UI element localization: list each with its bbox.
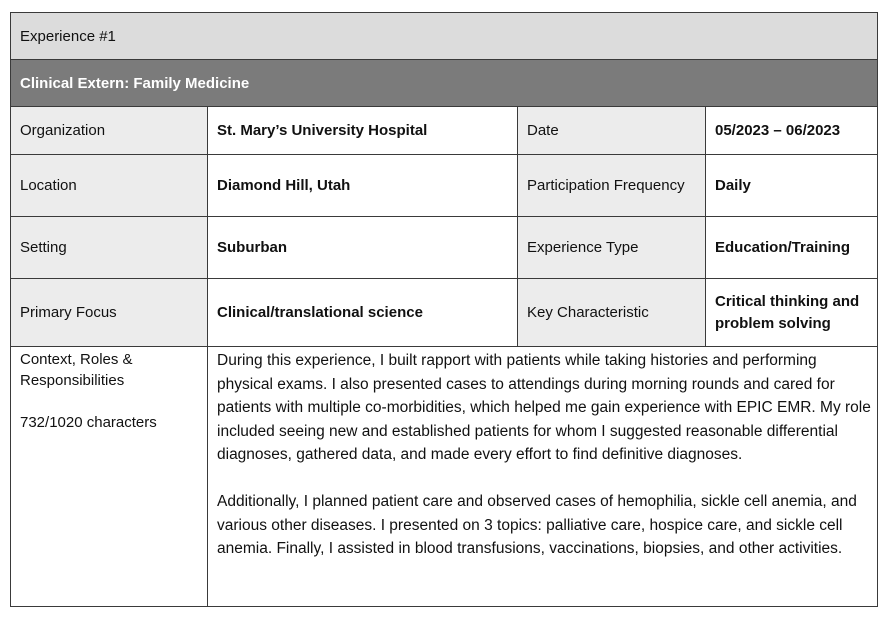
table-row: Organization St. Mary’s University Hospi… — [11, 106, 877, 154]
setting-label: Setting — [11, 217, 207, 278]
context-label-cell: Context, Roles & Responsibilities 732/10… — [11, 347, 207, 606]
context-paragraph: During this experience, I built rapport … — [217, 352, 871, 463]
key-characteristic-value: Critical thinking and problem solving — [705, 279, 877, 346]
location-value: Diamond Hill, Utah — [207, 155, 517, 216]
context-row: Context, Roles & Responsibilities 732/10… — [11, 346, 877, 606]
organization-value: St. Mary’s University Hospital — [207, 107, 517, 154]
table-row: Setting Suburban Experience Type Educati… — [11, 216, 877, 278]
table-row: Location Diamond Hill, Utah Participatio… — [11, 154, 877, 216]
experience-type-label: Experience Type — [517, 217, 705, 278]
context-description: During this experience, I built rapport … — [207, 347, 877, 606]
experience-table: Experience #1 Clinical Extern: Family Me… — [10, 12, 878, 607]
participation-frequency-label: Participation Frequency — [517, 155, 705, 216]
character-count: 732/1020 characters — [20, 414, 157, 431]
key-characteristic-label: Key Characteristic — [517, 279, 705, 346]
date-value: 05/2023 – 06/2023 — [705, 107, 877, 154]
primary-focus-label: Primary Focus — [11, 279, 207, 346]
organization-label: Organization — [11, 107, 207, 154]
primary-focus-value: Clinical/translational science — [207, 279, 517, 346]
experience-type-value: Education/Training — [705, 217, 877, 278]
location-label: Location — [11, 155, 207, 216]
experience-subtitle: Clinical Extern: Family Medicine — [20, 74, 250, 92]
experience-title: Experience #1 — [20, 27, 116, 45]
experience-title-row: Experience #1 — [11, 13, 877, 59]
date-label: Date — [517, 107, 705, 154]
table-row: Primary Focus Clinical/translational sci… — [11, 278, 877, 346]
experience-subtitle-row: Clinical Extern: Family Medicine — [11, 59, 877, 106]
context-paragraph: Additionally, I planned patient care and… — [217, 493, 857, 557]
context-label: Context, Roles & Responsibilities — [20, 351, 133, 389]
setting-value: Suburban — [207, 217, 517, 278]
participation-frequency-value: Daily — [705, 155, 877, 216]
